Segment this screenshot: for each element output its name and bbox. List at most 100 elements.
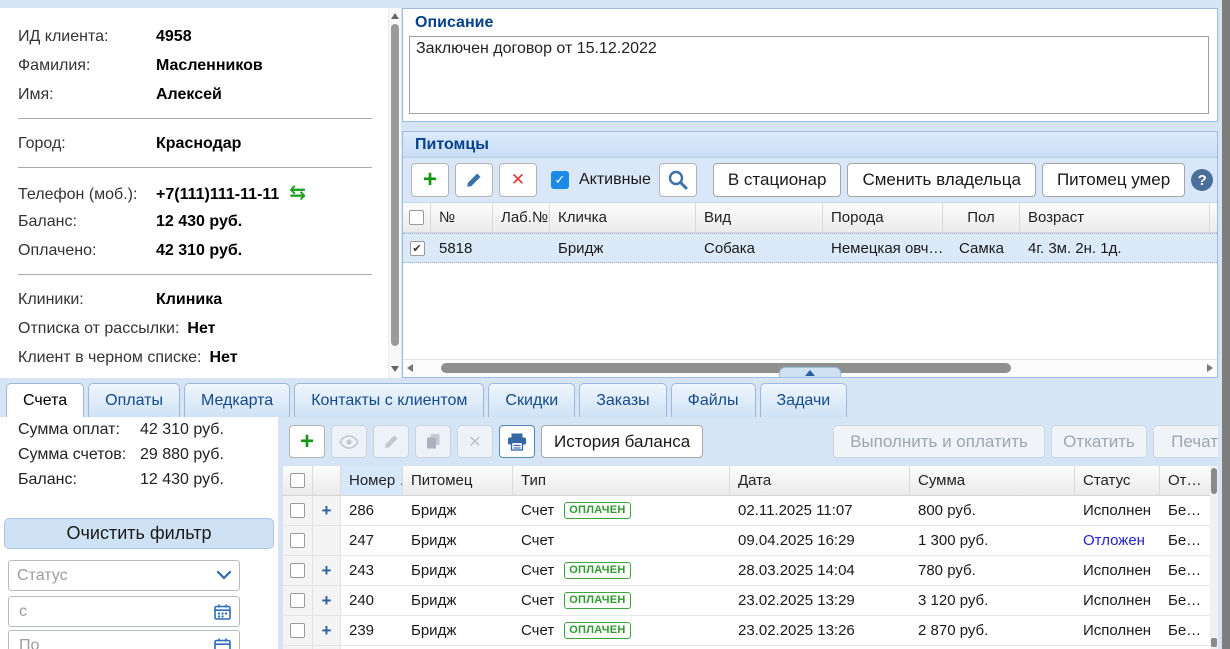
invoice-row-checkbox[interactable] <box>290 563 305 578</box>
invoice-sum-cell: 2 870 руб. <box>910 616 1075 645</box>
client-field-label: ИД клиента: <box>18 22 156 51</box>
pets-column-header[interactable]: Пол <box>943 203 1020 232</box>
delete-pet-button[interactable]: ✕ <box>499 163 537 197</box>
active-pets-checkbox[interactable]: ✓ <box>551 171 569 189</box>
collapse-panel-handle[interactable] <box>779 367 841 377</box>
tab[interactable]: Задачи <box>760 383 848 417</box>
execute-and-pay-button[interactable]: Выполнить и оплатить <box>833 425 1045 458</box>
expand-row-icon[interactable]: + <box>322 562 332 579</box>
invoice-row[interactable]: 247 Бридж Счет 09.04.2025 16:29 1 300 ру… <box>283 526 1218 556</box>
client-field-value: Масленников <box>156 51 263 80</box>
date-from-input[interactable] <box>17 602 214 622</box>
pets-table-header: № Лаб.№ Кличка Вид Порода Пол Возраст <box>403 203 1217 233</box>
invoices-column-header[interactable]: Статус <box>1075 466 1160 495</box>
pets-column-header[interactable]: № <box>431 203 493 232</box>
balance-history-button[interactable]: История баланса <box>541 425 703 458</box>
pets-column-header-label: Порода <box>831 209 884 226</box>
select-all-pets-checkbox[interactable] <box>409 210 424 225</box>
tab[interactable]: Счета <box>6 383 84 417</box>
pets-column-header-label: Кличка <box>558 209 607 226</box>
tab[interactable]: Оплаты <box>88 383 180 417</box>
rollback-button[interactable]: Откатить <box>1051 425 1147 458</box>
edit-pet-button[interactable] <box>455 163 493 197</box>
pets-column-header[interactable]: Лаб.№ <box>493 203 550 232</box>
invoice-row[interactable]: + 286 Бридж Счет ОПЛАЧЕН 02.11.2025 11:0… <box>283 496 1218 526</box>
invoice-row-checkbox[interactable] <box>290 533 305 548</box>
add-pet-button[interactable]: + <box>411 163 449 197</box>
invoice-row-checkbox[interactable] <box>290 593 305 608</box>
help-icon[interactable]: ? <box>1191 169 1213 191</box>
copy-invoice-button[interactable] <box>415 425 451 458</box>
date-to-field[interactable] <box>8 630 240 649</box>
invoice-row-checkbox[interactable] <box>290 623 305 638</box>
invoice-row-checkbox[interactable] <box>290 503 305 518</box>
status-select[interactable]: Статус <box>8 560 240 591</box>
expand-row-icon[interactable]: + <box>322 592 332 609</box>
client-panel-scrollbar[interactable] <box>388 8 401 378</box>
date-to-input[interactable] <box>17 636 214 649</box>
summary-value: 29 880 руб. <box>140 446 224 464</box>
date-from-field[interactable] <box>8 596 240 627</box>
invoices-vertical-scrollbar[interactable] <box>1210 466 1218 649</box>
phone-transfer-icon[interactable]: ⇆ <box>289 178 306 207</box>
pet-checkbox-cell: ✔ <box>403 234 431 262</box>
client-field-row: ИД клиента: 4958 <box>18 22 372 51</box>
scroll-left-icon[interactable] <box>407 364 413 372</box>
view-invoice-button[interactable] <box>331 425 367 458</box>
add-invoice-button[interactable]: + <box>289 425 325 458</box>
pets-column-header[interactable]: Вид <box>696 203 823 232</box>
invoices-scrollbar-end[interactable] <box>1211 638 1217 647</box>
summary-label: Баланс: <box>18 471 140 489</box>
client-field-row: 20.11.2025 09:37 <box>18 372 372 378</box>
expand-row-icon[interactable]: + <box>322 502 332 519</box>
client-scrollbar-thumb[interactable] <box>391 24 399 346</box>
select-all-invoices-checkbox[interactable] <box>290 473 305 488</box>
pets-column-header[interactable]: Возраст <box>1020 203 1210 232</box>
invoices-column-header[interactable]: Питомец <box>403 466 513 495</box>
invoice-type-label: Счет <box>521 562 554 579</box>
pets-column-header[interactable]: Порода <box>823 203 943 232</box>
expand-row-icon[interactable]: + <box>322 622 332 639</box>
description-textarea[interactable]: Заключен договор от 15.12.2022 <box>409 36 1209 114</box>
print-button[interactable]: Печать <box>1153 425 1218 458</box>
scroll-right-icon[interactable] <box>1207 364 1213 372</box>
page-scrollbar[interactable] <box>1222 0 1230 649</box>
tab[interactable]: Файлы <box>671 383 756 417</box>
pets-column-header[interactable]: Кличка <box>550 203 696 232</box>
invoices-column-header[interactable]: Тип <box>513 466 730 495</box>
invoices-column-header-label: Дата <box>738 472 771 489</box>
pets-hscrollbar-thumb[interactable] <box>441 363 1011 373</box>
change-owner-button[interactable]: Сменить владельца <box>847 163 1035 197</box>
tab-label: Оплаты <box>105 392 163 410</box>
calendar-icon[interactable] <box>214 638 231 649</box>
invoice-row[interactable]: + 239 Бридж Счет ОПЛАЧЕН 23.02.2025 13:2… <box>283 616 1218 646</box>
to-hospital-button[interactable]: В стационар <box>713 163 842 197</box>
tab[interactable]: Заказы <box>579 383 666 417</box>
search-icon <box>667 169 689 191</box>
print-invoice-button[interactable] <box>499 425 535 458</box>
invoice-row[interactable]: + 243 Бридж Счет ОПЛАЧЕН 28.03.2025 14:0… <box>283 556 1218 586</box>
page-scrollbar-thumb[interactable] <box>1222 0 1230 649</box>
invoice-row[interactable]: + 240 Бридж Счет ОПЛАЧЕН 23.02.2025 13:2… <box>283 586 1218 616</box>
invoices-column-header[interactable]: Дата <box>730 466 910 495</box>
edit-invoice-button[interactable] <box>373 425 409 458</box>
scroll-up-icon[interactable] <box>391 13 399 19</box>
client-field-row: Отписка от рассылки: Нет <box>18 314 372 343</box>
calendar-icon[interactable] <box>214 604 231 620</box>
pet-row-checkbox[interactable]: ✔ <box>410 241 425 256</box>
invoices-column-header[interactable]: Сумма <box>910 466 1075 495</box>
tab[interactable]: Контакты с клиентом <box>294 383 484 417</box>
invoice-summary: Сумма оплат: 42 310 руб. Сумма счетов: 2… <box>0 417 278 492</box>
pet-lab-number-cell <box>493 234 550 262</box>
clear-filter-button[interactable]: Очистить фильтр <box>4 518 274 549</box>
search-pets-button[interactable] <box>659 163 697 197</box>
invoices-scrollbar-thumb[interactable] <box>1211 468 1217 494</box>
delete-invoice-button[interactable]: ✕ <box>457 425 493 458</box>
scroll-down-icon[interactable] <box>391 366 399 372</box>
invoices-column-header[interactable]: Номер … <box>341 466 403 495</box>
pet-died-button[interactable]: Питомец умер <box>1042 163 1185 197</box>
pet-row[interactable]: ✔ 5818 Бридж Собака Немецкая овч… Самка … <box>403 233 1217 263</box>
client-field-value: 4958 <box>156 22 192 51</box>
tab[interactable]: Скидки <box>488 383 575 417</box>
tab[interactable]: Медкарта <box>184 383 290 417</box>
